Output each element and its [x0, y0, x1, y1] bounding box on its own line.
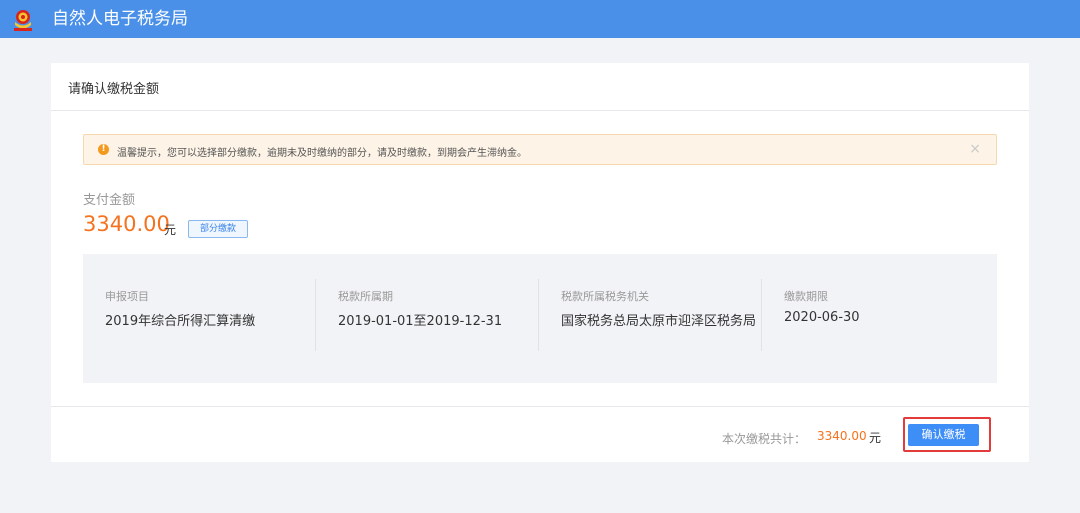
app-title: 自然人电子税务局	[52, 9, 188, 29]
tax-details-panel: 申报项目 2019年综合所得汇算清缴 税款所属期 2019-01-01至2019…	[83, 254, 997, 383]
partial-payment-button[interactable]: 部分缴款	[188, 220, 248, 238]
payment-label: 支付金额	[83, 193, 136, 208]
top-bar: 自然人电子税务局	[0, 0, 1080, 38]
detail-label: 缴款期限	[784, 290, 828, 303]
confirm-payment-button[interactable]: 确认缴税	[908, 424, 979, 446]
detail-value: 2020-06-30	[784, 310, 860, 325]
detail-value: 2019-01-01至2019-12-31	[338, 314, 503, 329]
total-unit: 元	[869, 431, 882, 445]
detail-label: 申报项目	[105, 290, 149, 303]
notice-text: 温馨提示，您可以选择部分缴款，逾期未及时缴纳的部分，请及时缴款，到期会产生滞纳金…	[117, 148, 527, 159]
total-label: 本次缴税共计：	[722, 432, 807, 446]
detail-value: 2019年综合所得汇算清缴	[105, 314, 256, 329]
detail-item-period: 税款所属期 2019-01-01至2019-12-31	[316, 254, 539, 383]
detail-item-declaration: 申报项目 2019年综合所得汇算清缴	[83, 254, 316, 383]
payment-unit: 元	[164, 223, 177, 237]
notice-banner: ! 温馨提示，您可以选择部分缴款，逾期未及时缴纳的部分，请及时缴款，到期会产生滞…	[83, 134, 997, 165]
warning-icon: !	[98, 144, 109, 155]
tax-emblem-icon	[14, 10, 32, 31]
detail-item-authority: 税款所属税务机关 国家税务总局太原市迎泽区税务局	[539, 254, 762, 383]
card-header: 请确认缴税金额	[51, 63, 1029, 111]
detail-value: 国家税务总局太原市迎泽区税务局	[561, 314, 757, 329]
detail-label: 税款所属期	[338, 290, 393, 303]
detail-label: 税款所属税务机关	[561, 290, 649, 303]
payment-card: 请确认缴税金额 ! 温馨提示，您可以选择部分缴款，逾期未及时缴纳的部分，请及时缴…	[51, 63, 1029, 462]
close-icon[interactable]: ×	[969, 141, 981, 157]
detail-item-deadline: 缴款期限 2020-06-30	[762, 254, 997, 383]
card-footer: 本次缴税共计： 3340.00 元 确认缴税	[51, 406, 1029, 462]
payment-amount: 3340.00	[83, 212, 170, 236]
page-title: 请确认缴税金额	[68, 82, 160, 97]
total-amount: 3340.00	[817, 429, 867, 443]
